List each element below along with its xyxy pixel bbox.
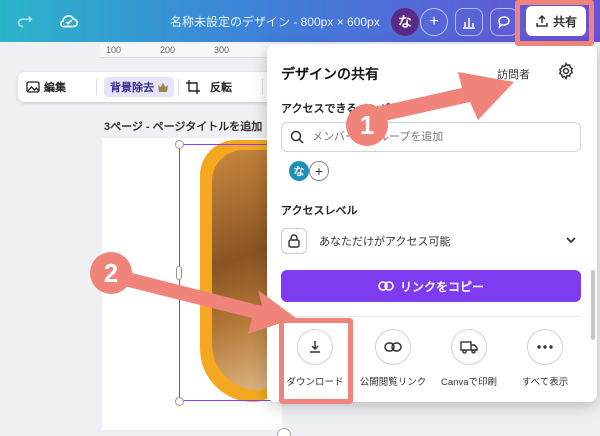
step-badge-2: 2 xyxy=(90,252,132,294)
share-button-callout xyxy=(515,0,594,46)
download-callout xyxy=(279,318,353,404)
step-badge-1: 1 xyxy=(346,104,388,146)
arrow-1 xyxy=(372,72,514,122)
arrow-2 xyxy=(124,272,296,334)
